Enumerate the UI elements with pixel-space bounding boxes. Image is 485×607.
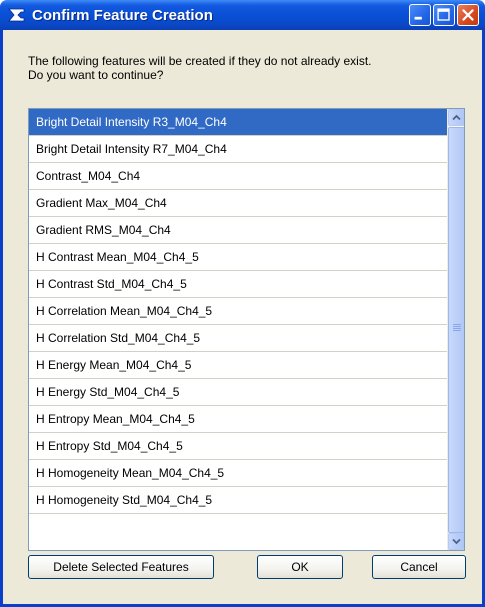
ok-button[interactable]: OK	[257, 555, 343, 579]
feature-list-item[interactable]: Bright Detail Intensity R3_M04_Ch4	[29, 109, 447, 136]
minimize-icon	[414, 16, 422, 20]
feature-list-item[interactable]: H Correlation Mean_M04_Ch4_5	[29, 298, 447, 325]
feature-list-item[interactable]: Bright Detail Intensity R7_M04_Ch4	[29, 136, 447, 163]
feature-list[interactable]: Bright Detail Intensity R3_M04_Ch4 Bright…	[28, 108, 465, 551]
close-icon	[462, 9, 474, 21]
maximize-button[interactable]	[433, 4, 455, 26]
minimize-button[interactable]	[409, 4, 431, 26]
feature-list-items: Bright Detail Intensity R3_M04_Ch4 Bright…	[29, 109, 447, 514]
feature-list-item[interactable]: H Energy Mean_M04_Ch4_5	[29, 352, 447, 379]
chevron-up-icon	[452, 114, 461, 121]
scroll-up-button[interactable]	[448, 109, 464, 126]
feature-list-item[interactable]: Gradient RMS_M04_Ch4	[29, 217, 447, 244]
title-bar[interactable]: Confirm Feature Creation	[0, 0, 485, 30]
message-line-2: Do you want to continue?	[28, 68, 164, 82]
confirmation-message: The following features will be created i…	[28, 54, 448, 82]
delete-selected-features-button[interactable]: Delete Selected Features	[28, 555, 214, 579]
feature-list-item[interactable]: H Energy Std_M04_Ch4_5	[29, 379, 447, 406]
feature-list-item[interactable]: H Entropy Mean_M04_Ch4_5	[29, 406, 447, 433]
close-button[interactable]	[457, 4, 479, 26]
dialog-window: Confirm Feature Creation The following f…	[0, 0, 485, 607]
dialog-body: The following features will be created i…	[3, 30, 482, 604]
scroll-down-button[interactable]	[448, 533, 464, 550]
feature-list-item[interactable]: H Correlation Std_M04_Ch4_5	[29, 325, 447, 352]
feature-list-item[interactable]: H Homogeneity Mean_M04_Ch4_5	[29, 460, 447, 487]
vertical-scrollbar[interactable]	[447, 109, 464, 550]
sigma-icon	[8, 7, 26, 23]
feature-list-item[interactable]: H Entropy Std_M04_Ch4_5	[29, 433, 447, 460]
feature-list-item[interactable]: H Contrast Std_M04_Ch4_5	[29, 271, 447, 298]
feature-list-item[interactable]: Gradient Max_M04_Ch4	[29, 190, 447, 217]
maximize-icon	[437, 8, 450, 21]
feature-list-item[interactable]: H Contrast Mean_M04_Ch4_5	[29, 244, 447, 271]
chevron-down-icon	[452, 538, 461, 545]
window-controls	[409, 4, 479, 26]
feature-list-item[interactable]: H Homogeneity Std_M04_Ch4_5	[29, 487, 447, 514]
cancel-button[interactable]: Cancel	[372, 555, 466, 579]
window-title: Confirm Feature Creation	[32, 6, 213, 24]
scrollbar-thumb[interactable]	[448, 127, 464, 533]
message-line-1: The following features will be created i…	[28, 54, 372, 68]
feature-list-item[interactable]: Contrast_M04_Ch4	[29, 163, 447, 190]
thumb-grip	[453, 324, 461, 332]
